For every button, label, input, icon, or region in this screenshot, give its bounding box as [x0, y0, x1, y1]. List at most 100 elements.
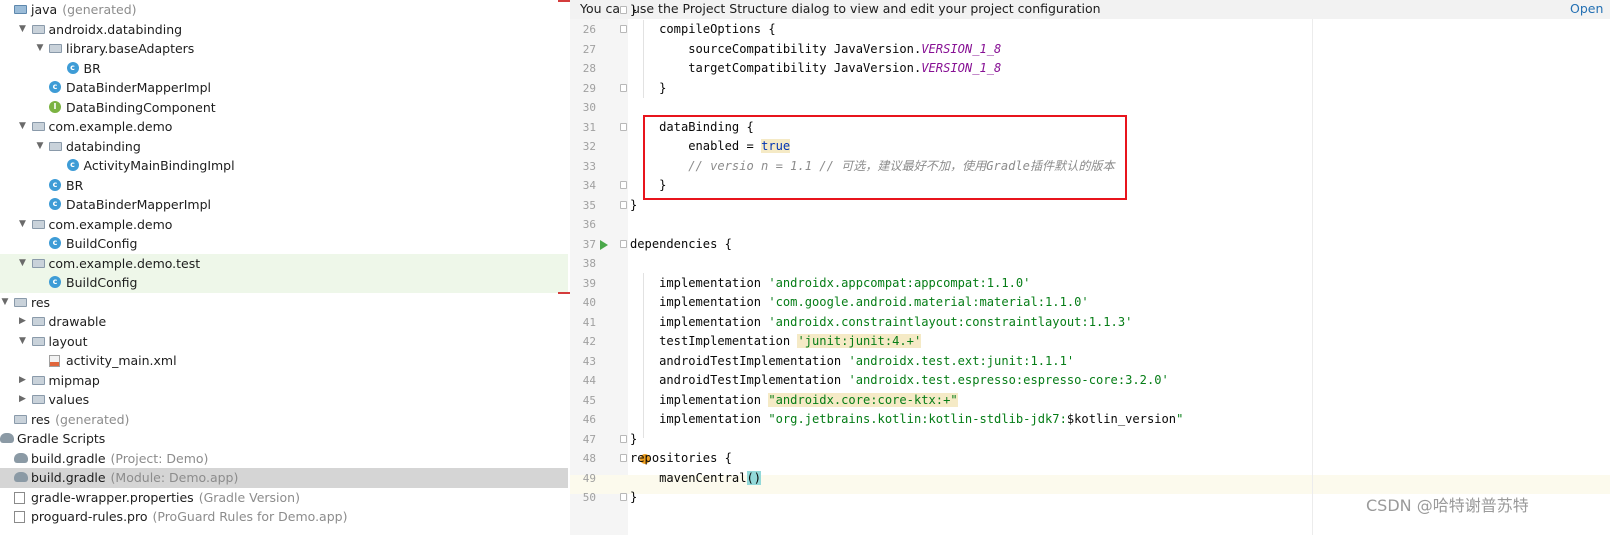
tree-item[interactable]: ▼ layout	[0, 332, 568, 352]
fold-marker-icon[interactable]	[620, 200, 627, 209]
line-number: 31	[582, 120, 596, 134]
tree-item[interactable]: c BuildConfig	[0, 273, 568, 293]
tree-item[interactable]: ▼ databinding	[0, 137, 568, 157]
code-token: 'androidx.test.ext:junit:1.1.1'	[848, 353, 1075, 368]
tree-item[interactable]: I DataBindingComponent	[0, 98, 568, 118]
folder-icon	[14, 414, 27, 424]
expand-arrow-icon[interactable]: ▼	[18, 332, 28, 352]
fold-marker-icon[interactable]	[620, 5, 627, 14]
code-token: "androidx.core:core-ktx:+"	[768, 392, 958, 407]
code-text: }	[630, 196, 637, 216]
tree-item-label: values	[49, 390, 90, 410]
fold-marker-icon[interactable]	[620, 239, 627, 248]
tree-item[interactable]: build.gradle (Module: Demo.app)	[0, 468, 568, 488]
fold-marker-icon[interactable]	[620, 122, 627, 131]
code-token: sourceCompatibility JavaVersion.	[630, 41, 922, 56]
code-token: "org.jetbrains.kotlin:kotlin-stdlib-jdk7…	[768, 412, 1067, 426]
tree-item-label: DataBinderMapperImpl	[66, 195, 211, 215]
tree-item[interactable]: ▼ com.example.demo.test	[0, 253, 568, 274]
expand-arrow-icon[interactable]: ▼	[35, 137, 45, 157]
tree-item[interactable]: ▶ mipmap	[0, 371, 568, 391]
code-text: implementation 'androidx.appcompat:appco…	[630, 274, 1030, 294]
fold-marker-icon[interactable]	[620, 454, 627, 462]
tree-item[interactable]: build.gradle (Project: Demo)	[0, 449, 568, 469]
collapse-arrow-icon[interactable]: ▶	[18, 390, 28, 410]
folder-icon	[31, 24, 45, 34]
tree-item-name: drawable	[48, 314, 107, 329]
tree-item-name: ActivityMainBindingImpl	[83, 158, 235, 173]
expand-arrow-icon[interactable]: ▼	[35, 39, 45, 59]
code-line: 29 }	[570, 79, 1610, 99]
expand-arrow-icon[interactable]: ▼	[0, 293, 10, 313]
line-number: 26	[582, 23, 596, 36]
line-number: 35	[582, 198, 596, 212]
tree-item-label: activity_main.xml	[66, 351, 177, 371]
tree-item[interactable]: ▼ androidx.databinding	[0, 20, 568, 40]
code-token: 'androidx.test.espresso:espresso-core:3.…	[848, 373, 1169, 387]
code-text: }	[630, 79, 666, 99]
tree-item[interactable]: ▼ library.baseAdapters	[0, 39, 568, 59]
tree-item-name: java	[31, 2, 58, 17]
tree-item[interactable]: c DataBinderMapperImpl	[0, 195, 568, 215]
expand-arrow-icon[interactable]: ▼	[18, 254, 28, 274]
tree-item[interactable]: activity_main.xml	[0, 351, 568, 371]
line-number: 39	[582, 276, 596, 290]
expand-arrow-icon[interactable]: ▼	[18, 117, 28, 137]
tree-item-name: com.example.demo.test	[48, 255, 201, 271]
gradle-icon	[0, 433, 14, 443]
code-line: 48 repositories {	[570, 449, 1610, 469]
code-line: 39 implementation 'androidx.appcompat:ap…	[570, 274, 1610, 294]
tree-item-label: drawable	[49, 312, 107, 332]
tree-item[interactable]: res (generated)	[0, 410, 568, 430]
code-text: dependencies {	[630, 235, 732, 255]
tree-item[interactable]: Gradle Scripts	[0, 429, 568, 449]
code-line: 47}	[570, 430, 1610, 450]
tree-item-label: ActivityMainBindingImpl	[84, 156, 235, 176]
tree-item[interactable]: proguard-rules.pro (ProGuard Rules for De…	[0, 507, 568, 527]
fold-marker-icon[interactable]	[620, 493, 627, 501]
tree-item-label: databinding	[66, 137, 141, 157]
line-number: 37	[582, 237, 596, 251]
tree-item[interactable]: c BR	[0, 176, 568, 196]
tree-item-name: com.example.demo	[48, 216, 173, 232]
class-icon: c	[49, 81, 61, 93]
tree-item[interactable]: c BR	[0, 59, 568, 79]
collapse-arrow-icon[interactable]: ▶	[18, 312, 28, 332]
tree-item[interactable]: gradle-wrapper.properties (Gradle Version…	[0, 488, 568, 508]
tree-item-label: java (generated)	[31, 0, 137, 20]
code-line: 36	[570, 215, 1610, 235]
fold-marker-icon[interactable]	[620, 83, 627, 92]
tree-item[interactable]: ▶ values	[0, 390, 568, 410]
expand-arrow-icon[interactable]: ▼	[18, 215, 28, 235]
tree-item[interactable]: ▼ res	[0, 293, 568, 313]
code-token: $kotlin_version	[1066, 412, 1177, 426]
tree-item-name: com.example.demo	[48, 119, 173, 134]
tree-item[interactable]: ▼ com.example.demo	[0, 215, 568, 235]
tree-item-label: BuildConfig	[66, 273, 137, 293]
fold-marker-icon[interactable]	[620, 434, 627, 443]
code-token: dependencies {	[630, 236, 732, 251]
tree-item[interactable]: ▶ drawable	[0, 312, 568, 332]
gradle-icon	[14, 472, 28, 482]
folder-icon	[31, 336, 45, 346]
line-number: 29	[582, 81, 596, 95]
tree-item[interactable]: c ActivityMainBindingImpl	[0, 156, 568, 176]
tree-item-label: Gradle Scripts	[17, 429, 105, 449]
tree-item[interactable]: c DataBinderMapperImpl	[0, 78, 568, 98]
tree-item-name: layout	[48, 333, 88, 349]
fold-marker-icon[interactable]	[620, 25, 627, 33]
tree-item-suffix: (Project: Demo)	[110, 450, 209, 466]
code-text: androidTestImplementation 'androidx.test…	[630, 371, 1169, 391]
folder-icon	[49, 141, 62, 151]
tree-item[interactable]: java (generated)	[0, 0, 568, 20]
tree-item[interactable]: c BuildConfig	[0, 234, 568, 254]
run-gutter-icon[interactable]	[600, 239, 608, 250]
tree-item-name: DataBinderMapperImpl	[66, 80, 211, 95]
expand-arrow-icon[interactable]: ▼	[18, 20, 28, 40]
fold-marker-icon[interactable]	[620, 181, 627, 189]
tree-item-name: BuildConfig	[66, 275, 138, 290]
collapse-arrow-icon[interactable]: ▶	[18, 371, 28, 391]
tree-item[interactable]: ▼ com.example.demo	[0, 117, 568, 137]
tree-item-name: library.baseAdapters	[66, 41, 195, 56]
code-line: 40 implementation 'com.google.android.ma…	[570, 293, 1610, 313]
